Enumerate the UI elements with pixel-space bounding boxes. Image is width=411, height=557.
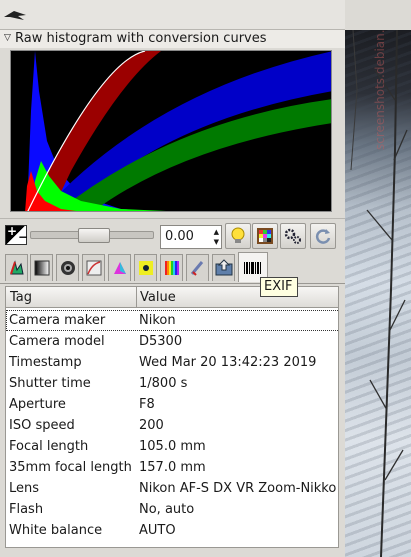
row-tag: Focal length <box>9 439 89 454</box>
row-tag: Timestamp <box>9 355 82 370</box>
row-tag: Camera maker <box>9 313 106 328</box>
column-header-tag[interactable]: Tag <box>10 290 32 305</box>
table-row[interactable]: Shutter time 1/800 s <box>6 373 338 394</box>
table-row[interactable]: Lens Nikon AF-S DX VR Zoom-Nikko <box>6 478 338 499</box>
column-header-value[interactable]: Value <box>140 290 176 305</box>
app-logo-icon <box>4 11 26 20</box>
tab-white-balance[interactable] <box>5 254 28 281</box>
exposure-icon: + − <box>5 224 29 245</box>
tab-hsv[interactable] <box>160 254 183 281</box>
exposure-spinbutton[interactable]: 0.00 ▲ ▼ <box>160 225 222 249</box>
tab-saturation[interactable] <box>134 254 157 281</box>
exposure-value: 0.00 <box>165 229 194 244</box>
triangle-down-icon: ▽ <box>4 33 11 43</box>
table-row[interactable]: Timestamp Wed Mar 20 13:42:23 2019 <box>6 352 338 373</box>
table-row[interactable]: White balance AUTO <box>6 520 338 541</box>
row-value: 105.0 mm <box>139 439 206 454</box>
exposure-slider-thumb[interactable] <box>78 228 110 243</box>
white-balance-icon <box>9 260 24 275</box>
row-tag: Aperture <box>9 397 66 412</box>
row-tag: ISO speed <box>9 418 75 433</box>
spin-up-icon[interactable]: ▲ <box>214 228 219 236</box>
row-tag: Lens <box>9 481 40 496</box>
curve-icon <box>86 260 101 276</box>
auto-exposure-button[interactable] <box>225 223 251 249</box>
color-triangle-icon <box>113 262 126 274</box>
tab-base-curve[interactable] <box>82 254 105 281</box>
row-tag: Shutter time <box>9 376 91 391</box>
row-value: F8 <box>139 397 155 412</box>
color-check-button[interactable] <box>252 223 278 249</box>
table-row[interactable]: Camera model D5300 <box>6 331 338 352</box>
histogram-expander[interactable]: ▽ Raw histogram with conversion curves <box>0 30 345 48</box>
toolbar <box>0 0 345 30</box>
table-row[interactable]: 35mm focal length 157.0 mm <box>6 457 338 478</box>
tab-crop-rotate[interactable] <box>186 254 209 281</box>
lens-icon <box>60 261 75 275</box>
image-preview[interactable]: screenshots.debian.net <box>345 30 411 557</box>
reset-button[interactable] <box>310 223 336 249</box>
histogram-title: Raw histogram with conversion curves <box>15 31 267 46</box>
lightbulb-icon <box>231 227 245 243</box>
row-value: 157.0 mm <box>139 460 206 475</box>
grayscale-icon <box>34 260 49 276</box>
row-tag: Flash <box>9 502 44 517</box>
column-separator[interactable] <box>136 287 137 308</box>
row-tag: White balance <box>9 523 103 538</box>
row-value: No, auto <box>139 502 195 517</box>
row-value: 1/800 s <box>139 376 188 391</box>
spin-down-icon[interactable]: ▼ <box>214 238 219 246</box>
settings-button[interactable] <box>280 223 306 249</box>
gears-icon <box>284 228 301 244</box>
row-value: D5300 <box>139 334 183 349</box>
tab-grayscale[interactable] <box>30 254 53 281</box>
tab-color-management[interactable] <box>108 254 131 281</box>
table-row[interactable]: Flash No, auto <box>6 499 338 520</box>
table-row[interactable]: ISO speed 200 <box>6 415 338 436</box>
tooltip: EXIF <box>260 277 298 297</box>
exif-table[interactable]: Tag Value Camera maker Nikon Camera model… <box>5 286 339 548</box>
tab-lens[interactable] <box>56 254 79 281</box>
save-icon <box>215 259 232 276</box>
brush-icon <box>190 261 203 276</box>
saturation-icon <box>138 261 153 275</box>
row-tag: 35mm focal length <box>9 460 132 475</box>
row-value: 200 <box>139 418 164 433</box>
row-value: Wed Mar 20 13:42:23 2019 <box>139 355 317 370</box>
row-tag: Camera model <box>9 334 105 349</box>
tab-save[interactable] <box>212 254 235 281</box>
table-row[interactable]: Camera maker Nikon <box>6 310 338 331</box>
raw-histogram <box>10 50 332 212</box>
row-value: Nikon <box>139 313 176 328</box>
row-value: AUTO <box>139 523 176 538</box>
barcode-icon <box>244 261 261 274</box>
refresh-icon <box>315 229 331 244</box>
rainbow-icon <box>164 261 179 275</box>
row-value: Nikon AF-S DX VR Zoom-Nikko <box>139 481 337 496</box>
watermark-text: screenshots.debian.net <box>373 30 387 150</box>
table-row[interactable]: Aperture F8 <box>6 394 338 415</box>
exposure-controls: + − 0.00 ▲ ▼ <box>0 218 345 252</box>
table-row[interactable]: Focal length 105.0 mm <box>6 436 338 457</box>
histogram-plot <box>11 51 331 211</box>
color-grid-icon <box>257 228 273 244</box>
